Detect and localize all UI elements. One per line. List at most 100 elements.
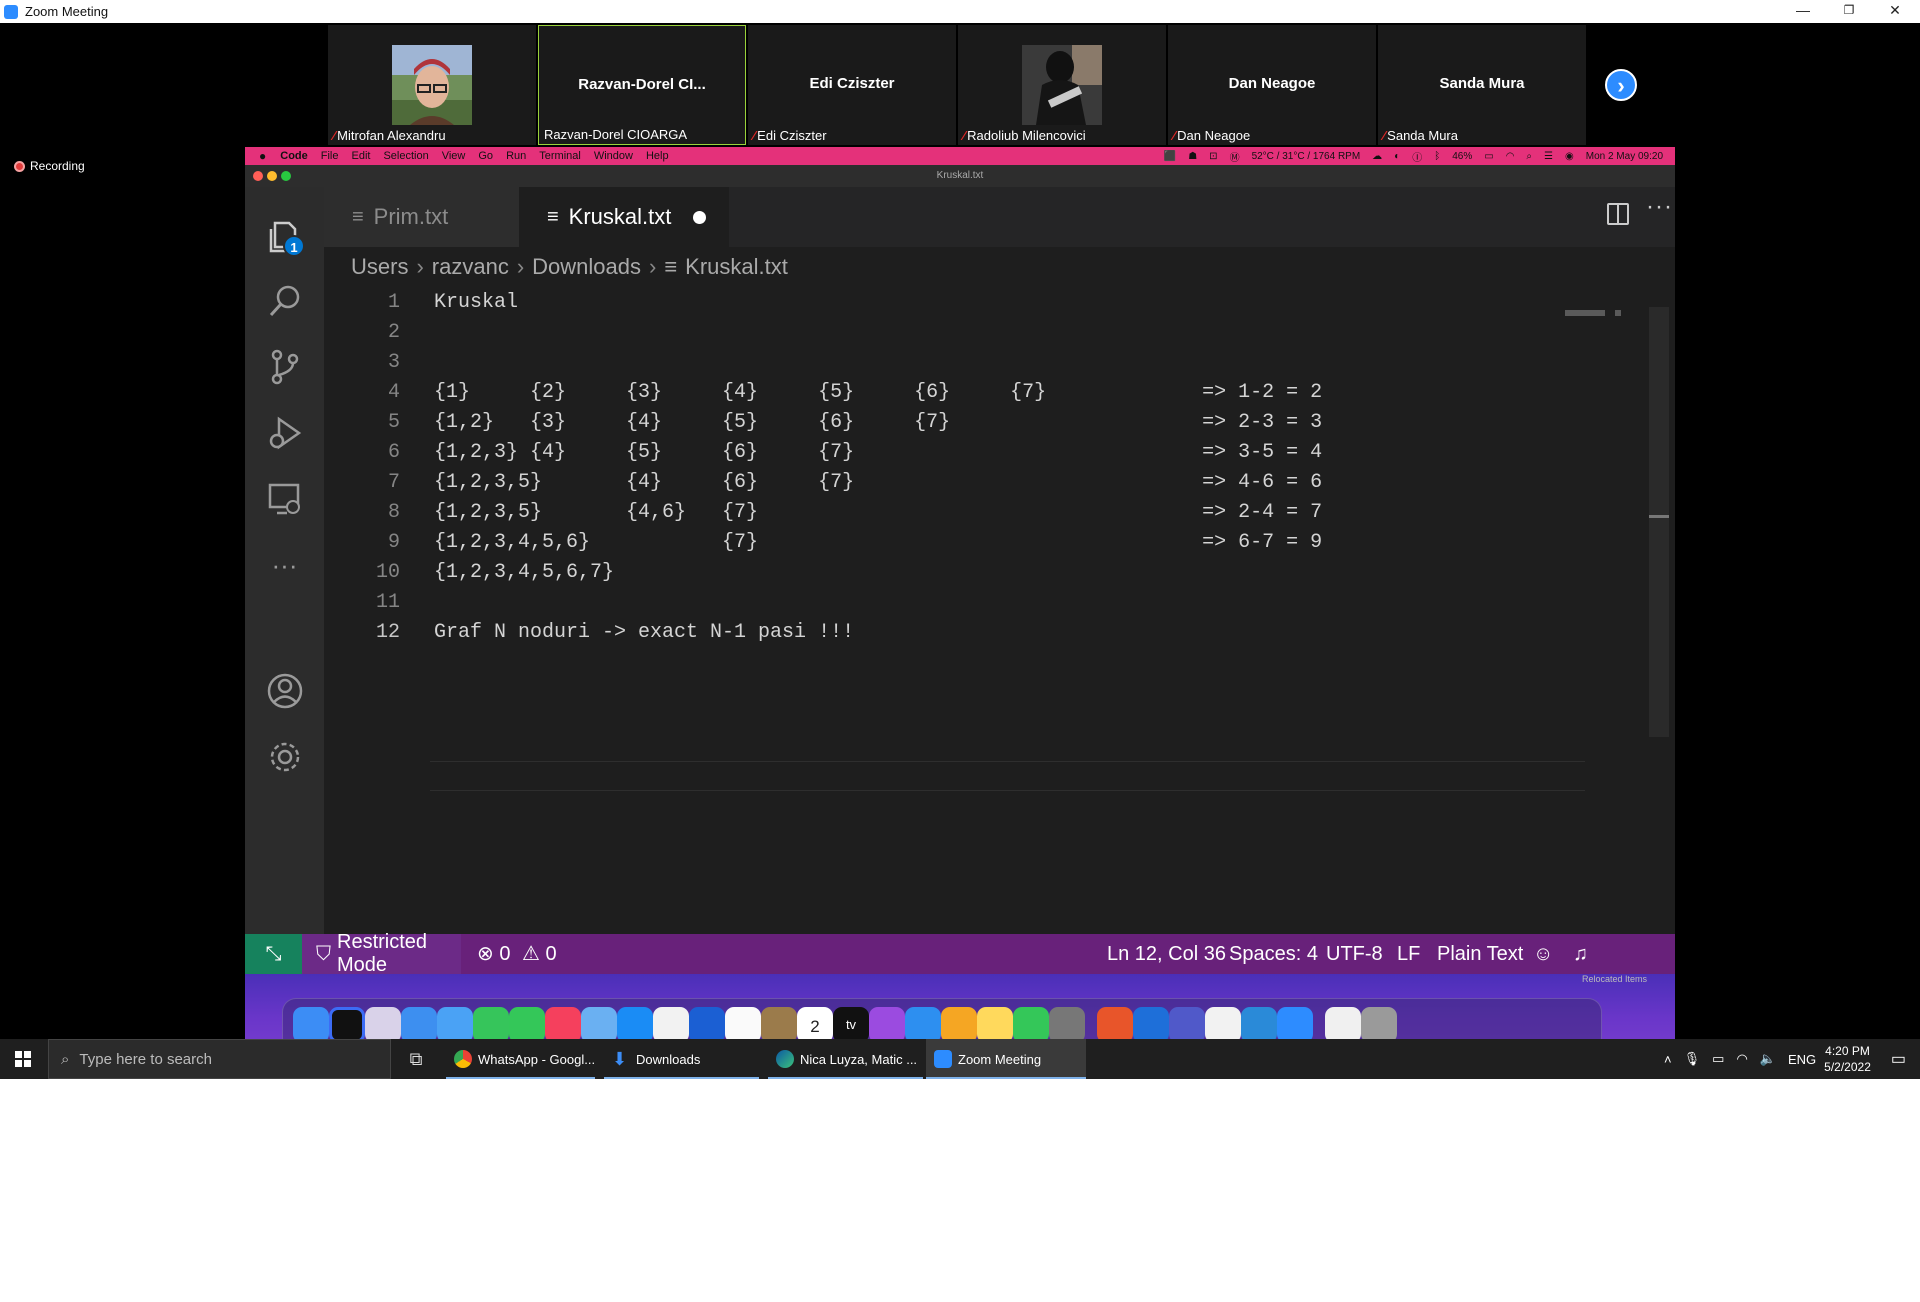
- code-line[interactable]: {1,2} {3} {4} {5} {6} {7} => 2-3 = 3: [434, 411, 1322, 434]
- code-line[interactable]: {1,2,3} {4} {5} {6} {7} => 3-5 = 4: [434, 441, 1322, 464]
- participant-tile[interactable]: ⁄ Radoliub Milencovici: [958, 25, 1166, 145]
- language-mode[interactable]: Plain Text: [1437, 934, 1523, 974]
- remote-explorer-icon[interactable]: [245, 469, 324, 529]
- chevron-right-icon[interactable]: ›: [1605, 69, 1637, 101]
- taskbar-clock[interactable]: 4:20 PM 5/2/2022: [1824, 1043, 1871, 1075]
- participant-tile[interactable]: Edi Cziszter ⁄ Edi Cziszter: [748, 25, 956, 145]
- windows-start-icon[interactable]: [0, 1039, 46, 1079]
- code-line[interactable]: {1,2,3,5} {4,6} {7} => 2-4 = 7: [434, 501, 1322, 524]
- finder-icon[interactable]: [293, 1007, 329, 1043]
- zoom-icon[interactable]: [1277, 1007, 1313, 1043]
- menu-run[interactable]: Run: [506, 150, 526, 162]
- code-editor[interactable]: 1 Kruskal 2 3 4 {1} {2} {3} {4} {5} {6} …: [324, 287, 1675, 887]
- code-line[interactable]: {1,2,3,4,5,6} {7} => 6-7 = 9: [434, 531, 1322, 554]
- music-icon[interactable]: [545, 1007, 581, 1043]
- apple-icon[interactable]: ●: [259, 149, 266, 163]
- scrollbar-thumb[interactable]: [1649, 515, 1669, 518]
- cursor-position[interactable]: Ln 12, Col 36: [1107, 934, 1226, 974]
- menu-view[interactable]: View: [442, 150, 466, 162]
- chrome-icon[interactable]: [1205, 1007, 1241, 1043]
- restricted-mode-indicator[interactable]: ⛉ Restricted Mode: [302, 931, 461, 976]
- apple-tv-icon[interactable]: tv: [833, 1007, 869, 1043]
- breadcrumb-item[interactable]: Kruskal.txt: [685, 254, 788, 280]
- bluetooth-icon[interactable]: ᛒ: [1434, 151, 1440, 162]
- notes-icon[interactable]: [977, 1007, 1013, 1043]
- menu-go[interactable]: Go: [478, 150, 493, 162]
- menu-window[interactable]: Window: [594, 150, 633, 162]
- facetime-icon[interactable]: [473, 1007, 509, 1043]
- weather-stats[interactable]: 52°C / 31°C / 1764 RPM: [1252, 151, 1361, 162]
- menubar-app-icon[interactable]: ◐: [1394, 151, 1400, 162]
- code-line[interactable]: {1,2,3,4,5,6,7}: [434, 561, 614, 584]
- accessibility-icon[interactable]: Ⓘ: [1412, 149, 1422, 164]
- search-icon[interactable]: [245, 271, 324, 331]
- breadcrumb-item[interactable]: Users: [351, 254, 408, 280]
- more-views-icon[interactable]: ···: [245, 535, 324, 595]
- chevron-up-icon[interactable]: ˄: [1664, 1052, 1672, 1067]
- code-line-current[interactable]: Graf N noduri -> exact N-1 pasi !!!: [434, 621, 854, 644]
- indentation[interactable]: Spaces: 4: [1229, 934, 1318, 974]
- menubar-app-icon[interactable]: Ⓜ: [1230, 149, 1240, 164]
- system-preferences-icon[interactable]: [1049, 1007, 1085, 1043]
- breadcrumb-item[interactable]: Downloads: [532, 254, 641, 280]
- remote-indicator-icon[interactable]: ⤡: [245, 934, 302, 974]
- control-center-icon[interactable]: ☰: [1544, 151, 1553, 162]
- language-indicator[interactable]: ENG: [1788, 1052, 1816, 1067]
- code-line[interactable]: Kruskal: [434, 291, 518, 314]
- reminders-icon[interactable]: [725, 1007, 761, 1043]
- bitwarden-icon[interactable]: [689, 1007, 725, 1043]
- app-store-icon[interactable]: [617, 1007, 653, 1043]
- cloud-icon[interactable]: ☁: [1372, 151, 1382, 162]
- microphone-icon[interactable]: 🎙: [1684, 1051, 1701, 1067]
- teams-icon[interactable]: [1169, 1007, 1205, 1043]
- end-of-line[interactable]: LF: [1397, 934, 1420, 974]
- feedback-icon[interactable]: ☺: [1533, 934, 1553, 974]
- keynote-icon[interactable]: [905, 1007, 941, 1043]
- participant-tile[interactable]: Sanda Mura ⁄ Sanda Mura: [1378, 25, 1586, 145]
- document-icon[interactable]: [1325, 1007, 1361, 1043]
- wifi-icon[interactable]: ◠: [1506, 151, 1515, 162]
- close-window-button[interactable]: [253, 171, 263, 181]
- menubar-app-icon[interactable]: ☗: [1188, 151, 1197, 162]
- vscode-icon[interactable]: [1241, 1007, 1277, 1043]
- code-line[interactable]: {1,2,3,5} {4} {6} {7} => 4-6 = 6: [434, 471, 1322, 494]
- zoom-window-button[interactable]: [281, 171, 291, 181]
- minimap[interactable]: [1565, 307, 1625, 321]
- messages-icon[interactable]: [509, 1007, 545, 1043]
- taskbar-search-input[interactable]: ⌕ Type here to search: [48, 1039, 391, 1079]
- source-control-icon[interactable]: [245, 337, 324, 397]
- battery-icon[interactable]: ▭: [1712, 1051, 1724, 1067]
- numbers-icon[interactable]: [1013, 1007, 1049, 1043]
- calendar-icon[interactable]: 2: [797, 1007, 833, 1043]
- restore-button[interactable]: ❐: [1826, 0, 1872, 23]
- more-actions-icon[interactable]: ···: [1646, 193, 1673, 221]
- accounts-icon[interactable]: [245, 661, 324, 721]
- taskbar-app-whatsapp[interactable]: WhatsApp - Googl...: [446, 1039, 596, 1079]
- participant-tile-active-speaker[interactable]: Razvan-Dorel CI... Razvan-Dorel CIOARGA: [538, 25, 746, 145]
- maps-icon[interactable]: [581, 1007, 617, 1043]
- breadcrumb-item[interactable]: razvanc: [432, 254, 509, 280]
- spotlight-icon[interactable]: ⌕: [1526, 151, 1532, 162]
- tab-kruskal[interactable]: ≡ Kruskal.txt: [519, 187, 729, 247]
- taskbar-app-downloads[interactable]: ⬇ Downloads: [604, 1039, 759, 1079]
- minimize-window-button[interactable]: [267, 171, 277, 181]
- app-icon[interactable]: [329, 1007, 365, 1043]
- wifi-icon[interactable]: ◠: [1736, 1051, 1747, 1067]
- notifications-bell-icon[interactable]: ♫: [1573, 934, 1588, 974]
- siri-icon[interactable]: ◉: [1565, 151, 1574, 162]
- run-debug-icon[interactable]: [245, 403, 324, 463]
- safari-icon[interactable]: [401, 1007, 437, 1043]
- minimize-button[interactable]: —: [1780, 0, 1826, 23]
- participant-tile[interactable]: Dan Neagoe ⁄ Dan Neagoe: [1168, 25, 1376, 145]
- menu-edit[interactable]: Edit: [351, 150, 370, 162]
- battery-percent[interactable]: 46%: [1452, 151, 1472, 162]
- close-button[interactable]: ✕: [1872, 0, 1918, 23]
- trash-icon[interactable]: [1361, 1007, 1397, 1043]
- task-view-icon[interactable]: ⧉: [401, 1039, 431, 1079]
- podcasts-icon[interactable]: [869, 1007, 905, 1043]
- settings-gear-icon[interactable]: [245, 727, 324, 787]
- vertical-scrollbar[interactable]: [1649, 307, 1669, 737]
- unsaved-dot-icon[interactable]: [693, 210, 707, 224]
- menu-code[interactable]: Code: [280, 150, 308, 162]
- pages-icon[interactable]: [941, 1007, 977, 1043]
